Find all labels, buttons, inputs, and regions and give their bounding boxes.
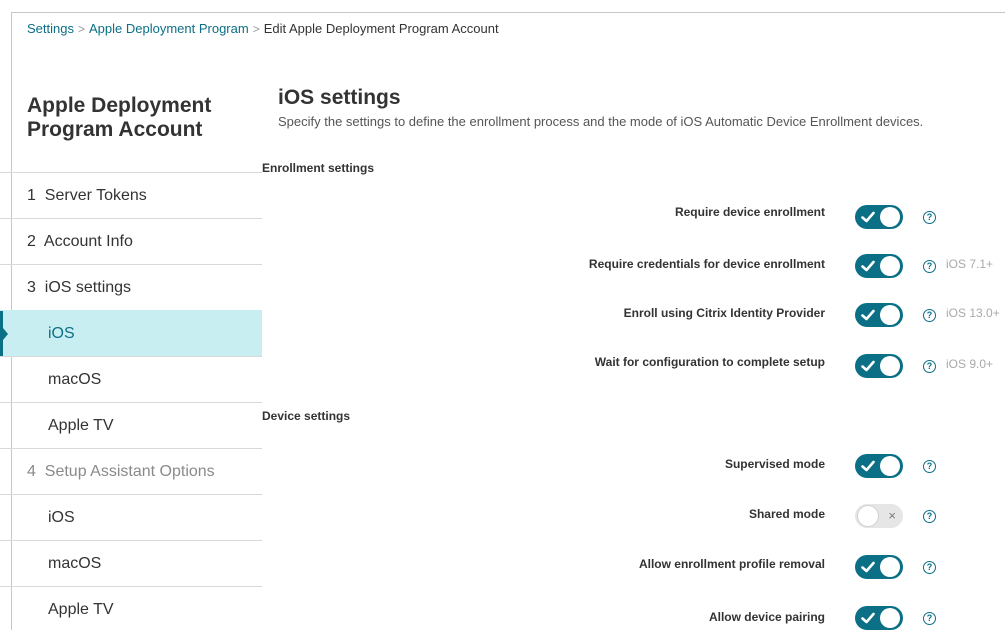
version-note: iOS 9.0+ bbox=[946, 357, 994, 371]
supervised-mode-toggle[interactable] bbox=[855, 454, 903, 478]
toggle-knob bbox=[858, 506, 878, 526]
sidebar-title: Apple Deployment Program Account bbox=[27, 94, 212, 141]
version-note: iOS 7.1+ bbox=[946, 257, 994, 271]
breadcrumb-separator: > bbox=[77, 22, 85, 36]
sidebar-item-label: 1 Server Tokens bbox=[27, 186, 147, 204]
check-icon bbox=[861, 309, 875, 321]
setting-label-require-credentials: Require credentials for device enrollmen… bbox=[588, 257, 825, 271]
setting-label-supervised-mode: Supervised mode bbox=[724, 457, 825, 471]
check-icon bbox=[861, 561, 875, 573]
breadcrumb-settings-link[interactable]: Settings bbox=[27, 21, 74, 36]
device-settings-heading: Device settings bbox=[262, 409, 351, 423]
version-note: iOS 13.0+ bbox=[946, 306, 1000, 320]
breadcrumb-separator: > bbox=[252, 22, 260, 36]
setting-label-require-device-enrollment: Require device enrollment bbox=[674, 205, 825, 219]
setting-label-allow-profile-removal: Allow enrollment profile removal bbox=[638, 557, 825, 571]
question-circle-icon[interactable]: ? bbox=[923, 260, 936, 273]
sidebar-subitem-setup-apple-tv[interactable]: Apple TV bbox=[0, 586, 262, 630]
toggle-knob bbox=[880, 256, 900, 276]
sidebar-subitem-macos[interactable]: macOS bbox=[0, 356, 262, 402]
breadcrumb-apple-deployment-program-link[interactable]: Apple Deployment Program bbox=[89, 21, 249, 36]
sidebar-subitem-apple-tv[interactable]: Apple TV bbox=[0, 402, 262, 448]
setting-label-shared-mode: Shared mode bbox=[748, 507, 825, 521]
wizard-sidebar: Apple Deployment Program Account 1 Serve… bbox=[0, 78, 262, 618]
question-circle-icon[interactable]: ? bbox=[923, 211, 936, 224]
require-device-enrollment-toggle[interactable] bbox=[855, 205, 903, 229]
sidebar-item-setup-assistant-options[interactable]: 4 Setup Assistant Options bbox=[0, 448, 262, 494]
question-circle-icon[interactable]: ? bbox=[923, 309, 936, 322]
sidebar-item-account-info[interactable]: 2 Account Info bbox=[0, 218, 262, 264]
sidebar-subitem-ios-active[interactable]: iOS bbox=[0, 310, 262, 357]
setting-label-enroll-citrix-idp: Enroll using Citrix Identity Provider bbox=[623, 306, 825, 320]
check-icon bbox=[861, 612, 875, 624]
toggle-knob bbox=[880, 356, 900, 376]
x-icon: × bbox=[888, 508, 896, 523]
breadcrumb-current-page: Edit Apple Deployment Program Account bbox=[263, 21, 499, 36]
require-credentials-toggle[interactable] bbox=[855, 254, 903, 278]
toggle-knob bbox=[880, 608, 900, 628]
enroll-citrix-idp-toggle[interactable] bbox=[855, 303, 903, 327]
sidebar-item-label: Apple TV bbox=[48, 600, 114, 618]
sidebar-subitem-setup-macos[interactable]: macOS bbox=[0, 540, 262, 586]
check-icon bbox=[861, 460, 875, 472]
breadcrumb: Settings > Apple Deployment Program > Edit A… bbox=[27, 21, 499, 36]
sidebar-item-label: 3 iOS settings bbox=[27, 278, 132, 296]
sidebar-item-label: 4 Setup Assistant Options bbox=[27, 462, 215, 480]
allow-device-pairing-toggle[interactable] bbox=[855, 606, 903, 630]
sidebar-item-label: Apple TV bbox=[48, 416, 114, 434]
check-icon bbox=[861, 360, 875, 372]
sidebar-item-server-tokens[interactable]: 1 Server Tokens bbox=[0, 172, 262, 218]
toggle-knob bbox=[880, 207, 900, 227]
setting-label-allow-device-pairing: Allow device pairing bbox=[708, 610, 825, 624]
setting-label-wait-for-configuration: Wait for configuration to complete setup bbox=[594, 355, 825, 369]
sidebar-item-ios-settings[interactable]: 3 iOS settings bbox=[0, 264, 262, 310]
question-circle-icon[interactable]: ? bbox=[923, 360, 936, 373]
toggle-knob bbox=[880, 305, 900, 325]
toggle-knob bbox=[880, 557, 900, 577]
sidebar-subitem-setup-ios[interactable]: iOS bbox=[0, 494, 262, 540]
question-circle-icon[interactable]: ? bbox=[923, 612, 936, 625]
question-circle-icon[interactable]: ? bbox=[923, 460, 936, 473]
shared-mode-toggle[interactable]: × bbox=[855, 504, 903, 528]
wait-for-configuration-toggle[interactable] bbox=[855, 354, 903, 378]
check-icon bbox=[861, 211, 875, 223]
sidebar-item-label: 2 Account Info bbox=[27, 232, 133, 250]
toggle-knob bbox=[880, 456, 900, 476]
enrollment-settings-heading: Enrollment settings bbox=[262, 161, 375, 175]
check-icon bbox=[861, 260, 875, 272]
sidebar-item-label: macOS bbox=[48, 554, 102, 572]
sidebar-item-label: iOS bbox=[48, 508, 75, 526]
question-circle-icon[interactable]: ? bbox=[923, 561, 936, 574]
sidebar-item-label: macOS bbox=[48, 370, 102, 388]
page-description: Specify the settings to define the enrol… bbox=[278, 114, 924, 129]
question-circle-icon[interactable]: ? bbox=[923, 510, 936, 523]
page-title: iOS settings bbox=[278, 86, 401, 109]
allow-profile-removal-toggle[interactable] bbox=[855, 555, 903, 579]
sidebar-item-label: iOS bbox=[48, 324, 75, 342]
